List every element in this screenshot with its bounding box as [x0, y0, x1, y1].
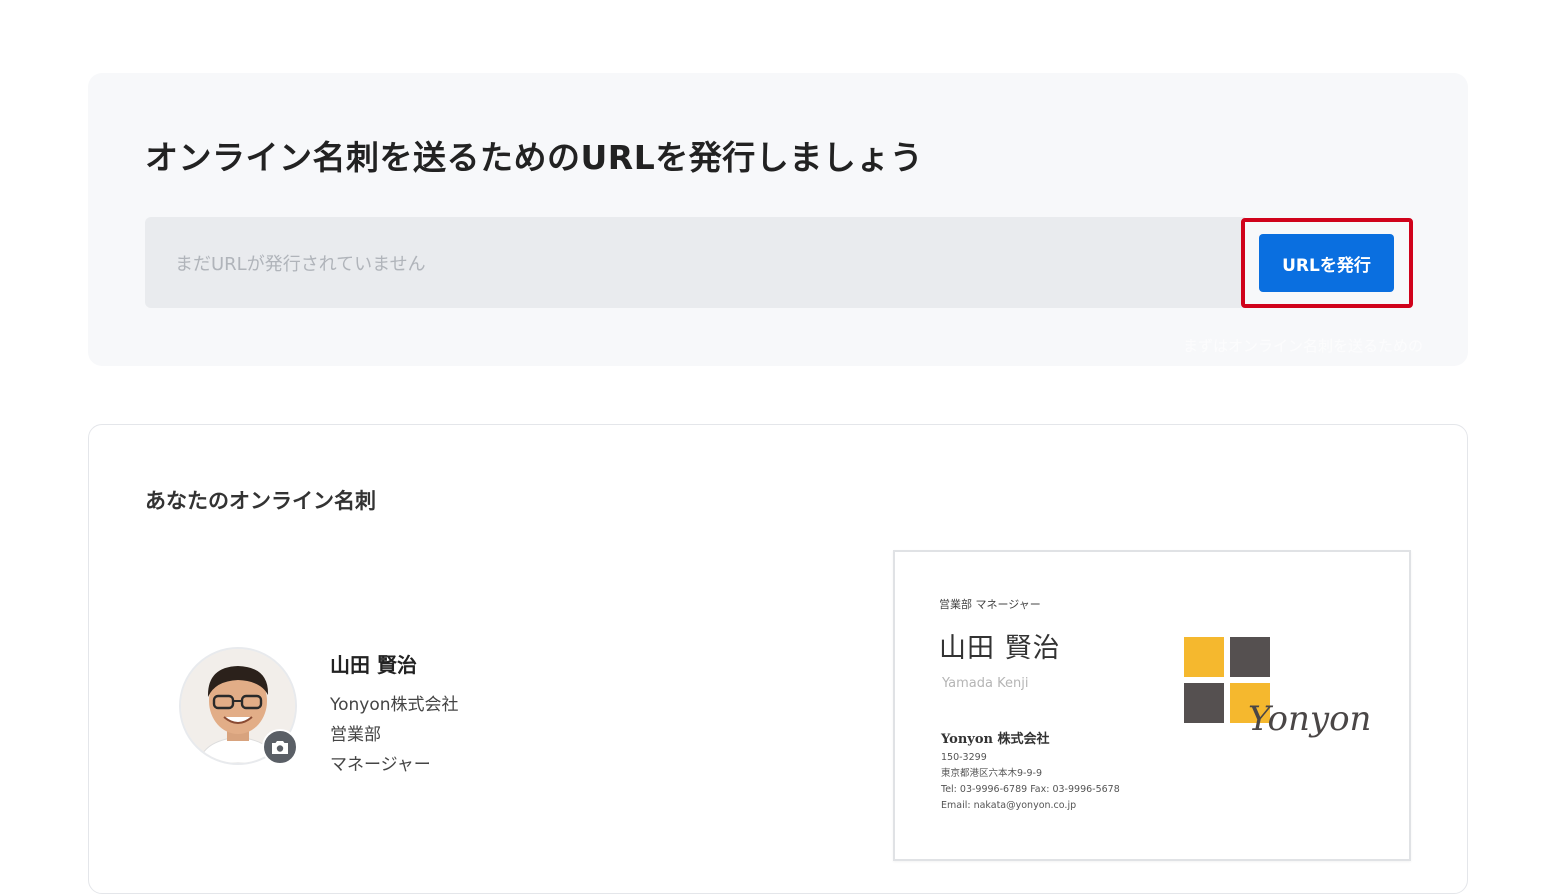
card-phone-fax: Tel: 03-9996-6789 Fax: 03-9996-5678	[941, 784, 1120, 795]
card-romaji: Yamada Kenji	[942, 676, 1029, 691]
logo-square-gray-top	[1230, 637, 1270, 677]
page-title: オンライン名刺を送るためのURLを発行しましょう	[145, 138, 924, 177]
card-name: 山田 賢治	[939, 633, 1061, 664]
card-email: Email: nakata@yonyon.co.jp	[941, 800, 1077, 811]
faint-note: まずはオンライン名刺を送るための	[1183, 337, 1424, 355]
profile-company: Yonyon株式会社	[330, 695, 459, 715]
url-placeholder-text: まだURLが発行されていません	[175, 253, 426, 275]
logo-square-yellow-top	[1184, 637, 1224, 677]
logo-wordmark: Yonyon	[1248, 699, 1372, 739]
profile-info: 山田 賢治 Yonyon株式会社 営業部 マネージャー	[330, 649, 459, 780]
profile-name: 山田 賢治	[330, 653, 417, 677]
card-address: 東京都港区六本木9-9-9	[941, 768, 1042, 779]
issue-url-button[interactable]: URLを発行	[1259, 234, 1394, 292]
url-display-field: まだURLが発行されていません	[145, 217, 1245, 308]
profile-title: マネージャー	[330, 755, 431, 775]
profile-department: 営業部	[330, 725, 381, 745]
online-card-panel: あなたのオンライン名刺 山田 賢治 Yonyon株式会社 営業部 マネージャー …	[88, 424, 1468, 894]
camera-icon	[272, 740, 288, 754]
company-logo: Yonyon	[1184, 637, 1374, 757]
avatar-container	[179, 647, 298, 765]
logo-square-gray-bottom	[1184, 683, 1224, 723]
card-company: Yonyon 株式会社	[941, 732, 1050, 747]
url-issue-panel: オンライン名刺を送るためのURLを発行しましょう まだURLが発行されていません…	[88, 73, 1468, 366]
change-photo-button[interactable]	[262, 729, 298, 765]
card-contact-details: 150-3299 東京都港区六本木9-9-9 Tel: 03-9996-6789…	[941, 750, 1120, 814]
section-heading: あなたのオンライン名刺	[145, 489, 376, 513]
issue-button-highlight: URLを発行	[1241, 218, 1413, 308]
card-title-line: 営業部 マネージャー	[939, 598, 1041, 611]
business-card-preview: 営業部 マネージャー 山田 賢治 Yamada Kenji Yonyon 株式会…	[893, 550, 1411, 861]
card-postal: 150-3299	[941, 752, 987, 763]
